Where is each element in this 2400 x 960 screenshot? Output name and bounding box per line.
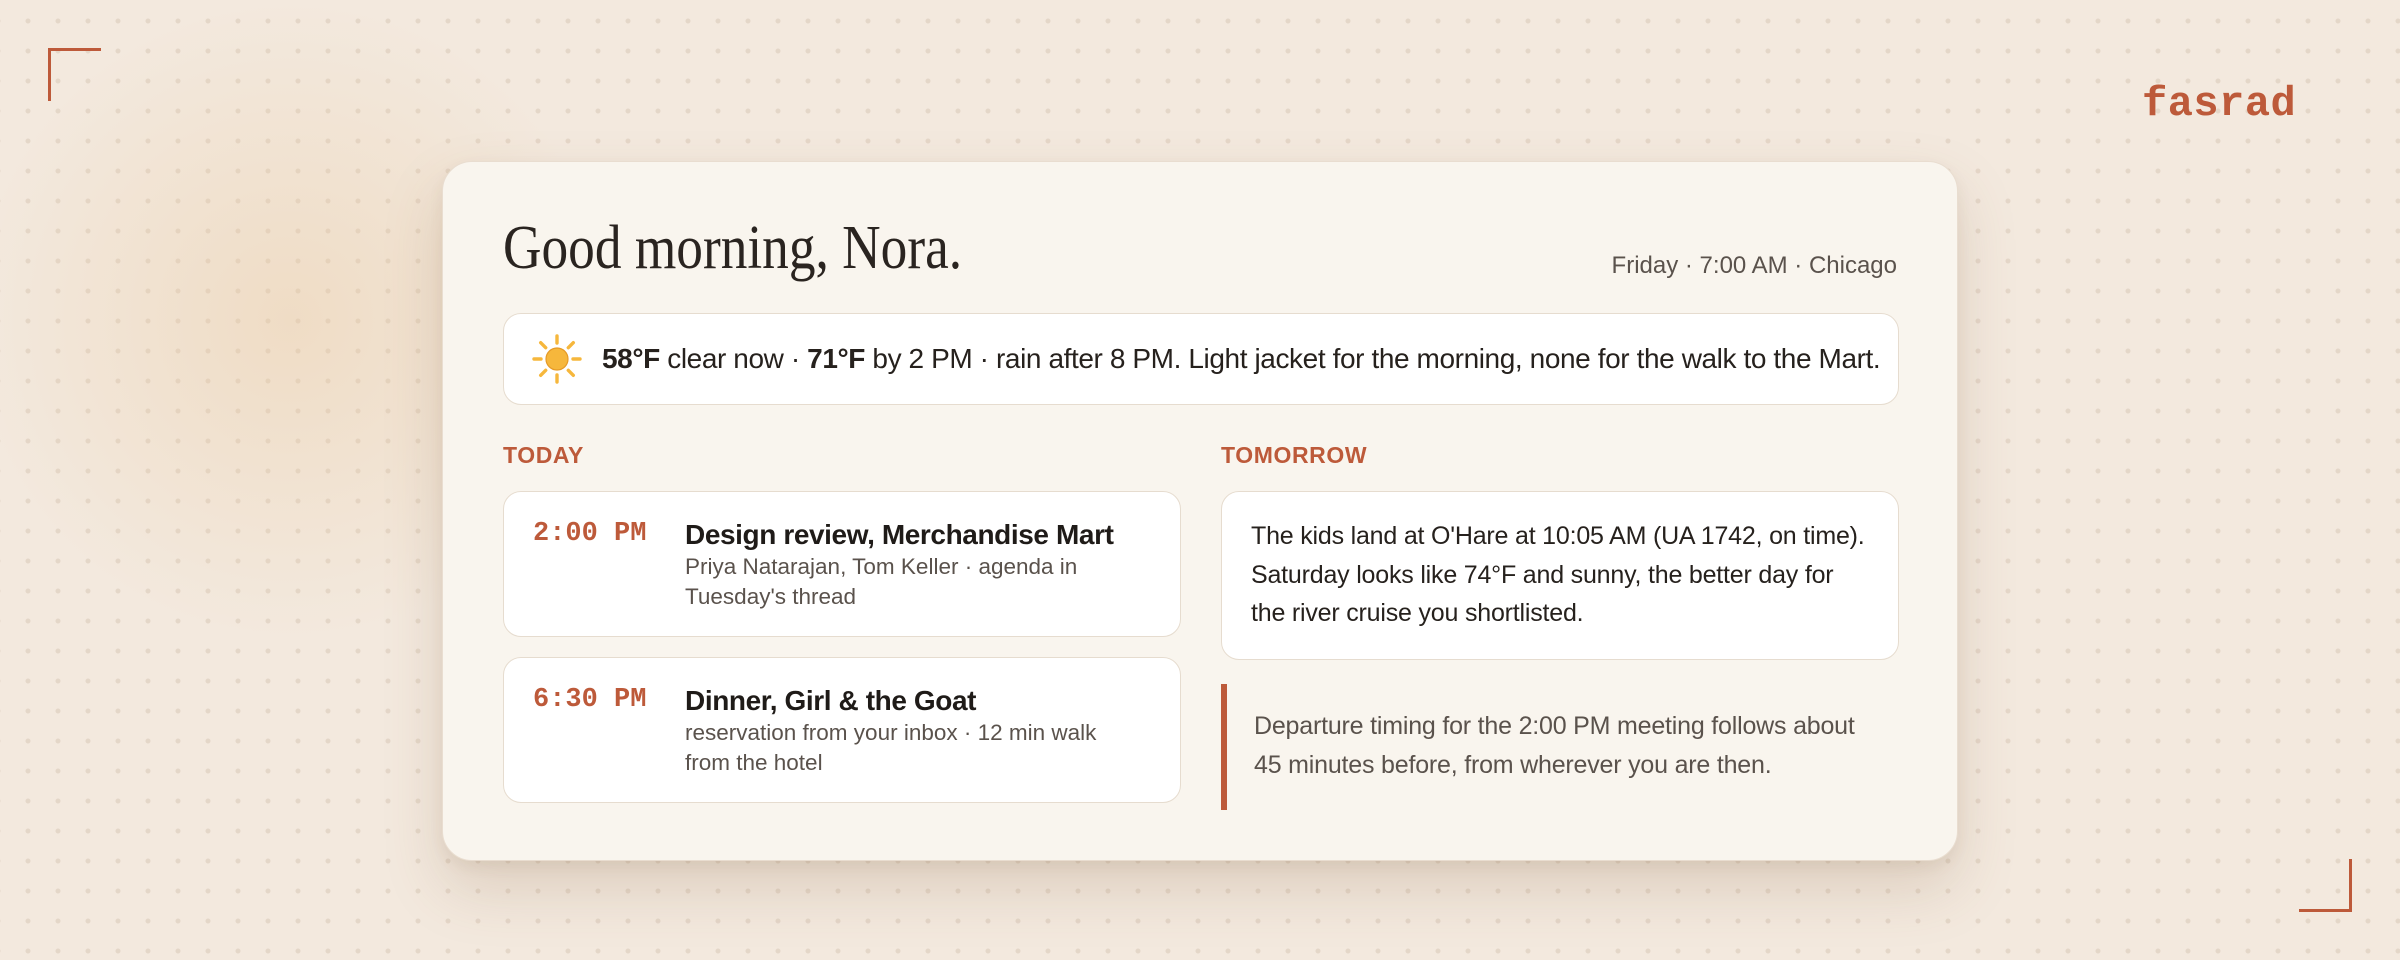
weather-summary: 58°F clear now · 71°F by 2 PM · rain aft…	[602, 343, 1881, 375]
date-time-location: Friday · 7:00 AM · Chicago	[1611, 252, 1897, 279]
tomorrow-section-label: TOMORROW	[1221, 442, 1368, 468]
event-details: reservation from your inbox · 12 min wal…	[685, 720, 1097, 775]
today-section-label: TODAY	[503, 442, 584, 468]
departure-note: Departure timing for the 2:00 PM meeting…	[1221, 684, 1899, 810]
forecast-advice: by 2 PM · rain after 8 PM. Light jacket …	[865, 343, 1881, 374]
greeting-heading: Good morning, Nora.	[503, 214, 963, 282]
briefing-card: Good morning, Nora. Friday · 7:00 AM · C…	[442, 161, 1958, 861]
corner-bracket-bottom-right	[2299, 859, 2352, 912]
event-card[interactable]: 6:30 PM Dinner, Girl & the Goat reservat…	[503, 657, 1181, 803]
brand-logo: fasrad	[2142, 80, 2297, 128]
tomorrow-summary: The kids land at O'Hare at 10:05 AM (UA …	[1221, 491, 1899, 660]
weather-banner: 58°F clear now · 71°F by 2 PM · rain aft…	[503, 313, 1899, 405]
event-title: Design review, Merchandise Mart	[685, 519, 1114, 550]
event-details: Priya Natarajan, Tom Keller · agenda in …	[685, 554, 1078, 609]
event-card[interactable]: 2:00 PM Design review, Merchandise Mart …	[503, 491, 1181, 637]
event-title: Dinner, Girl & the Goat	[685, 685, 977, 716]
afternoon-temperature: 71°F	[807, 343, 866, 374]
current-temperature: 58°F	[602, 343, 660, 374]
event-time: 6:30 PM	[533, 685, 647, 715]
current-conditions: clear now ·	[659, 343, 808, 374]
corner-bracket-top-left	[48, 48, 101, 101]
sun-icon	[532, 334, 582, 384]
event-time: 2:00 PM	[533, 519, 647, 549]
